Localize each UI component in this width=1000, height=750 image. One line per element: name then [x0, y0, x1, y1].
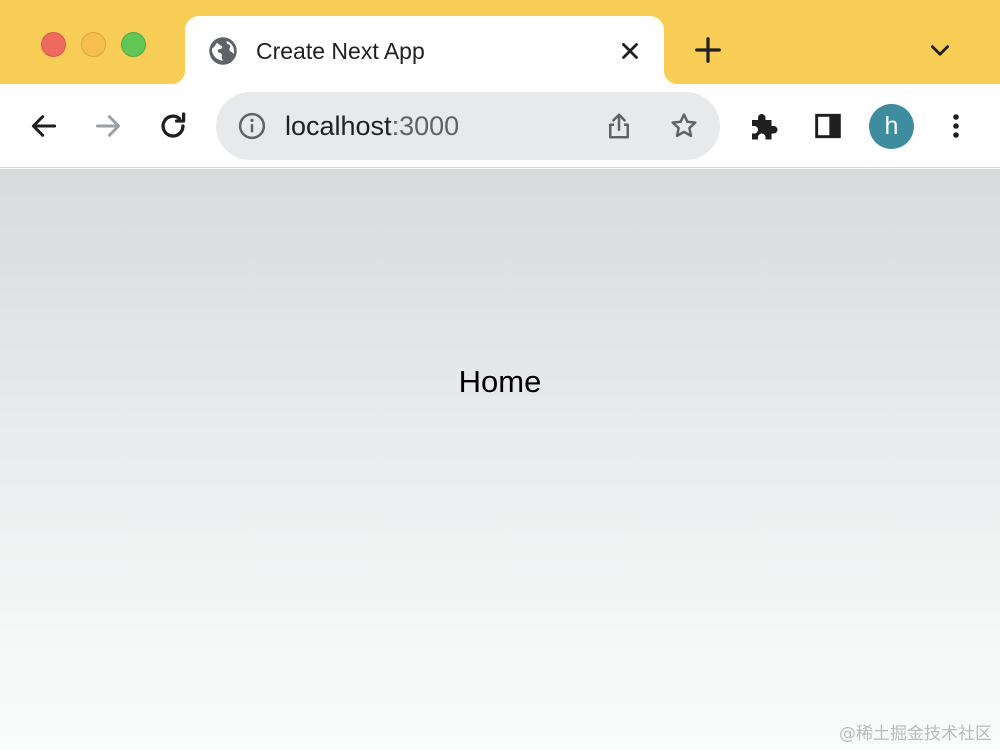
window-maximize-button[interactable]: [121, 32, 146, 57]
window-minimize-button[interactable]: [81, 32, 106, 57]
reload-icon[interactable]: [156, 109, 190, 143]
arrow-right-icon[interactable]: [92, 110, 124, 142]
more-vert-icon[interactable]: [944, 110, 968, 142]
url-host: localhost: [285, 111, 392, 141]
profile-avatar[interactable]: h: [869, 104, 914, 149]
side-panel-icon[interactable]: [812, 110, 844, 142]
page-viewport: Home @稀土掘金技术社区: [0, 169, 1000, 750]
page-heading: Home: [458, 364, 542, 399]
globe-icon: [209, 37, 237, 65]
puzzle-icon[interactable]: [746, 108, 782, 144]
close-icon[interactable]: [617, 38, 643, 64]
active-tab[interactable]: Create Next App: [171, 16, 678, 84]
arrow-left-icon[interactable]: [28, 110, 60, 142]
star-icon[interactable]: [668, 111, 700, 141]
url-port: :3000: [391, 111, 460, 141]
share-icon[interactable]: [604, 110, 634, 142]
window-close-button[interactable]: [41, 32, 66, 57]
browser-window: Create Next App localhost:3000 h Home @稀…: [0, 0, 1000, 750]
chevron-down-icon[interactable]: [926, 38, 954, 64]
browser-toolbar: localhost:3000 h: [0, 84, 1000, 168]
watermark: @稀土掘金技术社区: [839, 724, 992, 744]
info-icon[interactable]: [237, 111, 267, 141]
new-tab-button[interactable]: [693, 35, 723, 65]
tab-title: Create Next App: [256, 38, 425, 64]
url-text[interactable]: localhost:3000: [285, 110, 459, 142]
tab-strip: Create Next App: [0, 0, 1000, 84]
address-bar[interactable]: localhost:3000: [216, 92, 720, 160]
